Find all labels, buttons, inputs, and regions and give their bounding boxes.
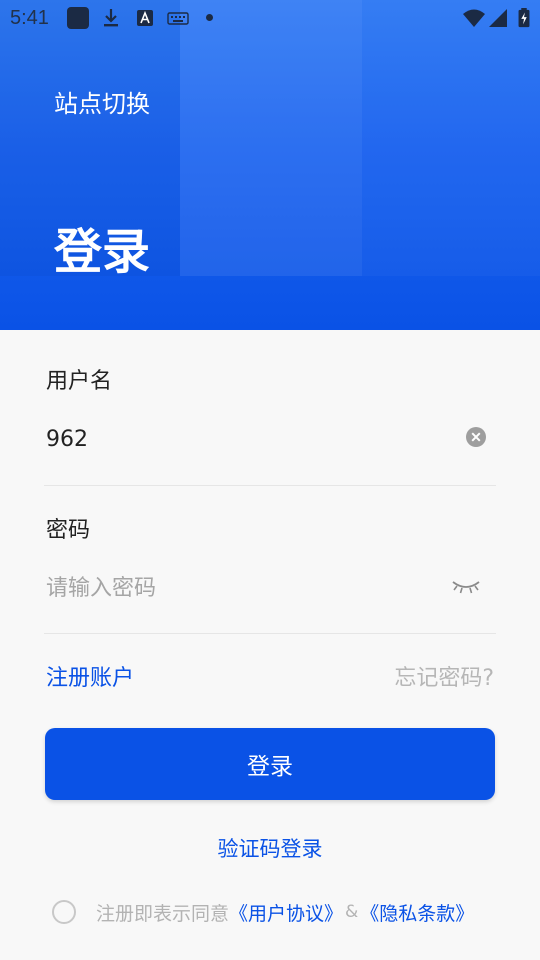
login-header: 5:41 站点切换 登录: [0, 0, 540, 330]
wifi-icon: [463, 9, 485, 27]
notification-app-icon: [67, 7, 89, 29]
site-switch-button[interactable]: 站点切换: [54, 84, 150, 119]
keyboard-icon: [167, 12, 189, 25]
clear-icon[interactable]: [466, 427, 486, 447]
header-stripe: [362, 0, 540, 276]
eye-closed-icon[interactable]: [452, 578, 480, 596]
header-stripe: [180, 0, 362, 276]
download-icon: [104, 9, 118, 27]
password-label: 密码: [46, 518, 91, 543]
password-input[interactable]: [46, 566, 426, 610]
signal-icon: [489, 9, 507, 27]
agreement-ampersand: &: [345, 902, 359, 922]
username-divider: [44, 485, 496, 486]
dot-icon: [206, 14, 213, 21]
user-agreement-link[interactable]: 《用户协议》: [229, 899, 343, 926]
agreement-radio[interactable]: [52, 900, 76, 924]
agreement-text: 注册即表示同意: [96, 902, 230, 925]
register-link[interactable]: 注册账户: [46, 660, 134, 692]
username-input[interactable]: [46, 417, 426, 461]
forgot-password-link[interactable]: 忘记密码?: [394, 660, 494, 692]
agreement-row: 注册即表示同意 《用户协议》 & 《隐私条款》: [52, 899, 474, 925]
login-button[interactable]: 登录: [45, 728, 495, 800]
page-title: 登录: [54, 224, 151, 280]
status-bar: 5:41: [0, 0, 540, 36]
privacy-policy-link[interactable]: 《隐私条款》: [360, 899, 474, 926]
battery-icon: [518, 8, 530, 28]
password-divider: [44, 633, 496, 634]
status-time: 5:41: [10, 7, 49, 29]
sms-login-link[interactable]: 验证码登录: [0, 833, 540, 863]
password-field-wrapper: [46, 566, 496, 610]
a-icon: [137, 10, 153, 26]
username-label: 用户名: [46, 369, 113, 394]
username-field-wrapper: [46, 417, 496, 461]
